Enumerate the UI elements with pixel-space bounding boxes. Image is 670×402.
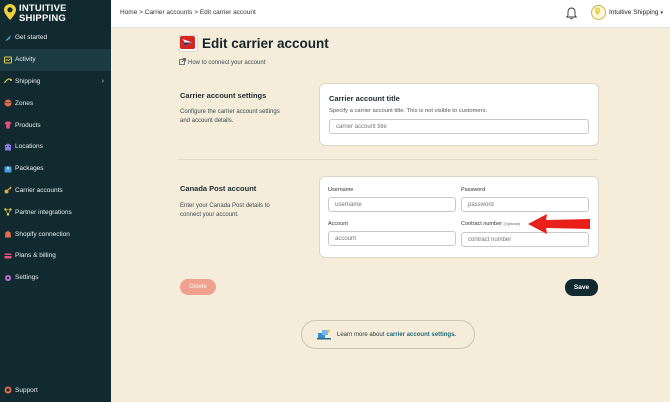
how-to-connect-link[interactable]: How to connect your account [179, 58, 265, 67]
carrier-title-input[interactable] [329, 119, 589, 134]
sidebar-item-zones[interactable]: Zones [0, 92, 111, 114]
globe-icon [4, 99, 12, 107]
settings-section-description: Configure the carrier account settings a… [180, 109, 280, 124]
brand-logo[interactable]: INTUITIVE SHIPPING [4, 4, 67, 23]
gear-icon [4, 274, 12, 282]
sidebar-item-packages[interactable]: Packages [0, 158, 111, 180]
account-label: Account [328, 221, 348, 227]
sidebar-item-label: Locations [15, 143, 43, 151]
billing-icon [4, 252, 12, 260]
password-label: Password [461, 187, 486, 193]
sidebar-item-get-started[interactable]: Get started [0, 27, 111, 49]
password-field[interactable] [461, 197, 589, 212]
sidebar-item-label: Packages [15, 165, 44, 173]
top-bar: Home > Carrier accounts > Edit carrier a… [111, 0, 670, 28]
key-icon [4, 186, 12, 194]
sidebar-item-shipping[interactable]: Shipping › [0, 71, 111, 93]
sidebar: INTUITIVE SHIPPING Get started Activity … [0, 0, 111, 402]
learn-more-text: Learn more about [337, 331, 385, 338]
learn-more-banner[interactable]: Learn more about carrier account setting… [301, 320, 475, 349]
activity-icon [4, 56, 12, 64]
shopify-icon [4, 230, 12, 238]
learn-illustration-icon [317, 328, 331, 342]
settings-section-heading: Carrier account settings [180, 91, 267, 100]
sidebar-item-plans-billing[interactable]: Plans & billing [0, 245, 111, 267]
canada-post-logo-icon [179, 35, 198, 52]
location-pin-icon [4, 4, 16, 20]
account-avatar-icon [591, 5, 606, 20]
sidebar-item-products[interactable]: Products [0, 114, 111, 136]
sidebar-item-support[interactable]: Support [4, 386, 38, 394]
brand-name: INTUITIVE SHIPPING [19, 4, 67, 23]
account-field[interactable] [328, 231, 456, 246]
canada-post-section-description: Enter your Canada Post details to connec… [180, 203, 270, 218]
delete-button[interactable]: Delete [180, 279, 216, 295]
username-field[interactable] [328, 197, 456, 212]
support-icon [4, 386, 12, 394]
rocket-icon [4, 34, 12, 42]
sidebar-item-partner-integrations[interactable]: Partner integrations [0, 201, 111, 223]
carrier-title-card: Carrier account title Specify a carrier … [319, 83, 599, 146]
sidebar-item-label: Get started [15, 34, 48, 42]
contract-number-label: Contract number (Optional) [461, 221, 520, 227]
external-link-icon [179, 58, 186, 67]
canada-post-section-heading: Canada Post account [180, 184, 257, 193]
sidebar-nav: Get started Activity Shipping › Zones Pr… [0, 27, 111, 289]
sidebar-item-label: Shipping [15, 77, 41, 85]
sidebar-item-shopify-connection[interactable]: Shopify connection [0, 223, 111, 245]
sidebar-item-label: Plans & billing [15, 252, 56, 260]
account-name: Intuitive Shipping [609, 9, 659, 16]
card-title: Carrier account title [329, 94, 400, 103]
brand-line2: SHIPPING [19, 12, 66, 24]
save-button[interactable]: Save [565, 279, 598, 296]
shipping-icon [3, 77, 12, 85]
chevron-down-icon: ▾ [660, 9, 664, 16]
section-divider [179, 159, 597, 160]
sidebar-item-label: Zones [15, 99, 34, 107]
sidebar-item-label: Settings [15, 274, 39, 282]
shirt-icon [4, 121, 12, 129]
annotation-arrow-icon [528, 214, 590, 234]
box-icon [4, 165, 12, 173]
sidebar-item-label: Products [15, 121, 41, 129]
sidebar-item-activity[interactable]: Activity [0, 48, 111, 71]
page-header: Edit carrier account [179, 35, 329, 52]
sidebar-item-label: Shopify connection [15, 230, 70, 238]
sidebar-item-settings[interactable]: Settings [0, 267, 111, 289]
optional-tag: (Optional) [503, 222, 521, 226]
page-title: Edit carrier account [202, 36, 329, 51]
integration-icon [4, 208, 12, 216]
sidebar-item-label: Partner integrations [15, 208, 72, 216]
contract-number-label-text: Contract number [461, 221, 502, 227]
building-icon [4, 143, 12, 151]
sidebar-item-carrier-accounts[interactable]: Carrier accounts [0, 180, 111, 202]
bell-icon[interactable] [565, 7, 578, 25]
sidebar-item-label: Activity [15, 56, 36, 64]
support-label: Support [15, 386, 38, 394]
card-subtitle: Specify a carrier account title. This is… [329, 108, 488, 114]
breadcrumb[interactable]: Home > Carrier accounts > Edit carrier a… [120, 9, 256, 16]
how-to-connect-label: How to connect your account [188, 59, 266, 66]
sidebar-item-locations[interactable]: Locations [0, 136, 111, 158]
learn-more-link[interactable]: carrier account settings. [386, 332, 456, 338]
chevron-right-icon: › [101, 77, 104, 85]
username-label: Username [328, 187, 354, 193]
sidebar-item-label: Carrier accounts [15, 186, 63, 194]
account-menu[interactable]: Intuitive Shipping ▾ [591, 5, 663, 20]
